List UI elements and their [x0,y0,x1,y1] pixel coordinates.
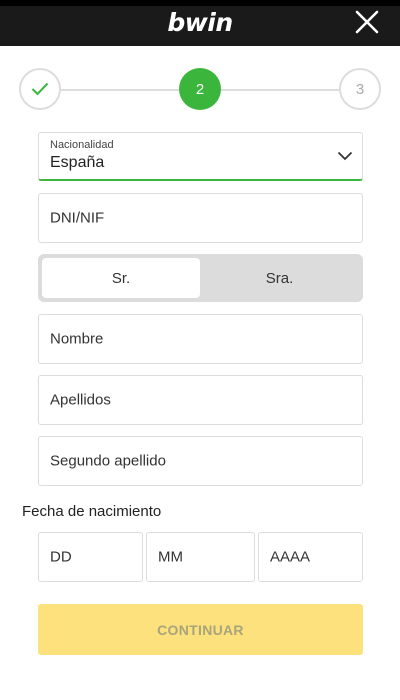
birth-day-placeholder: DD [50,548,72,566]
step-3-upcoming: 3 [339,68,381,110]
nationality-select[interactable]: Nacionalidad España [38,132,363,181]
first-name-placeholder: Nombre [50,330,104,348]
title-option-sra[interactable]: Sra. [200,258,359,298]
last-name-field[interactable]: Apellidos [38,375,363,425]
birth-year-field[interactable]: AAAA [258,532,363,582]
second-last-name-placeholder: Segundo apellido [50,452,166,470]
close-icon[interactable] [354,9,380,35]
last-name-placeholder: Apellidos [50,391,111,409]
chevron-down-icon [337,151,353,161]
nationality-value: España [50,154,105,171]
title-toggle: Sr. Sra. [38,254,363,302]
app-header: bwin [0,0,400,46]
step-connector [61,89,179,91]
title-option-sr[interactable]: Sr. [42,258,200,298]
step-2-active: 2 [179,68,221,110]
progress-stepper: 2 3 [0,68,400,112]
nationality-label: Nacionalidad [50,139,114,151]
birth-date-label: Fecha de nacimiento [22,503,162,520]
step-connector [221,89,339,91]
step-1-completed [19,68,61,110]
birth-day-field[interactable]: DD [38,532,143,582]
first-name-field[interactable]: Nombre [38,314,363,364]
check-icon [31,82,49,96]
continue-button[interactable]: CONTINUAR [38,604,363,655]
dni-field[interactable]: DNI/NIF [38,193,363,243]
birth-month-placeholder: MM [158,548,183,566]
second-last-name-field[interactable]: Segundo apellido [38,436,363,486]
dni-placeholder: DNI/NIF [50,209,105,227]
bwin-logo: bwin [167,8,233,37]
birth-year-placeholder: AAAA [270,548,311,566]
birth-month-field[interactable]: MM [146,532,255,582]
